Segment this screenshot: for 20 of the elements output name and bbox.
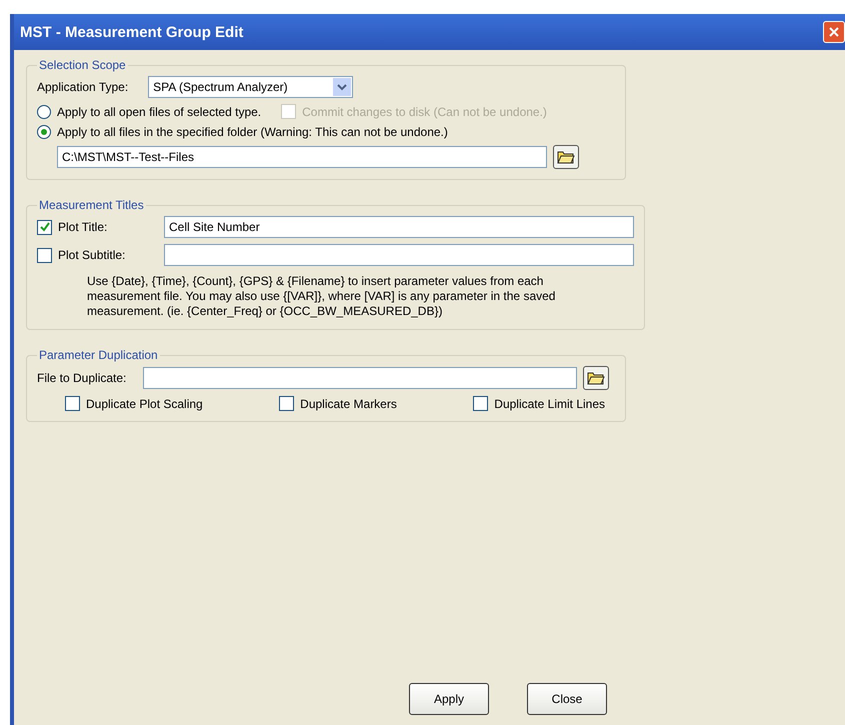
group-title: Selection Scope [38,58,127,72]
option-label: Duplicate Plot Scaling [86,396,203,410]
option-label: Apply to all open files of selected type. [57,104,262,118]
option-label: Commit changes to disk (Can not be undone.) [302,104,547,118]
group-title: Measurement Titles [38,198,145,212]
dialog-button[interactable]: Close [527,683,607,715]
help-text: Use {Date}, {Time}, {Count}, {GPS} & {Filename} to insert parameter values from each measurement file. You may also use {[VAR]}, where [VAR] is any parameter in the saved measurement. (ie. {Center_Freq} or {OCC_BW_MEASURED_DB}) [87,274,556,319]
dialog-button[interactable]: Apply [409,683,489,715]
option-label: Duplicate Limit Lines [494,396,605,410]
field-label: Plot Subtitle: [58,248,126,262]
field-label: Application Type: [37,80,128,94]
text-field[interactable]: Cell Site Number [164,216,634,238]
option-label: Duplicate Markers [300,396,397,410]
window-title: MST - Measurement Group Edit [20,24,244,40]
option-label: Apply to all files in the specified folder (Warning: This can not be undone.) [57,125,448,139]
folder-field[interactable]: C:\MST\MST--Test--Files [57,146,547,168]
group-title: Parameter Duplication [38,348,159,362]
field-label: File to Duplicate: [37,371,128,385]
field-label: Plot Title: [58,220,108,234]
application-type-dropdown[interactable]: SPA (Spectrum Analyzer) [148,76,354,98]
